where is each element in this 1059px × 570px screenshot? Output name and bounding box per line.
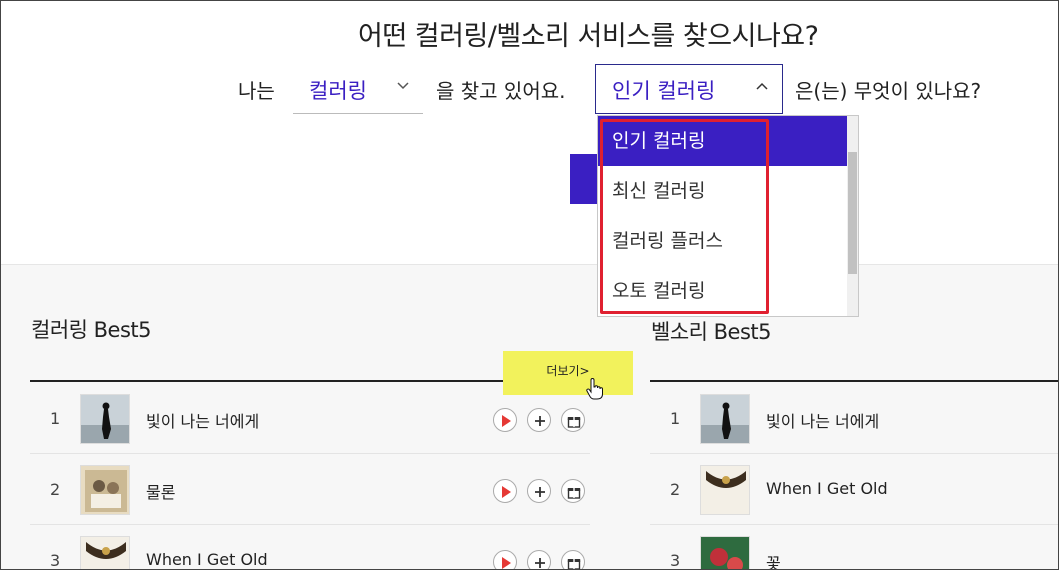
- service-finder: 어떤 컬러링/벨소리 서비스를 찾으시나요? 나는 컬러링 을 찾고 있어요. …: [0, 0, 1059, 264]
- rank-number: 3: [670, 551, 681, 570]
- table-row[interactable]: 2 When I Get Old: [650, 455, 1059, 525]
- search-button[interactable]: [570, 154, 600, 204]
- bell-best-title: 벨소리 Best5: [651, 320, 772, 344]
- rank-number: 1: [670, 409, 681, 428]
- more-button[interactable]: 더보기>: [503, 351, 633, 395]
- album-art: [700, 394, 750, 444]
- category-select[interactable]: 인기 컬러링: [595, 64, 783, 114]
- rank-number: 1: [50, 409, 61, 428]
- play-button[interactable]: [493, 550, 517, 570]
- type-select[interactable]: 컬러링: [293, 64, 423, 114]
- table-row[interactable]: 3 When I Get Old: [30, 526, 590, 570]
- page-title: 어떤 컬러링/벨소리 서비스를 찾으시나요?: [358, 21, 819, 52]
- bell-list-divider: [650, 380, 1059, 382]
- dropdown-scrollbar[interactable]: [847, 116, 858, 316]
- song-title[interactable]: When I Get Old: [146, 550, 268, 569]
- type-select-value: 컬러링: [309, 79, 367, 103]
- chevron-up-icon: [756, 78, 768, 94]
- album-art: [80, 394, 130, 444]
- gift-button[interactable]: [561, 550, 585, 570]
- song-title[interactable]: When I Get Old: [766, 479, 888, 498]
- hand-pointer-icon: [586, 377, 604, 404]
- album-art: [700, 536, 750, 570]
- album-art: [80, 465, 130, 515]
- album-art: [80, 536, 130, 570]
- album-art: [700, 465, 750, 515]
- table-row[interactable]: 1 빛이 나는 너에게: [650, 384, 1059, 454]
- sentence-suffix: 은(는) 무엇이 있나요?: [795, 79, 982, 103]
- table-row[interactable]: 3 꽃: [650, 526, 1059, 570]
- annotation-highlight-box: [600, 119, 769, 314]
- song-title[interactable]: 빛이 나는 너에게: [766, 408, 879, 432]
- song-title[interactable]: 물론: [146, 479, 175, 503]
- category-select-value: 인기 컬러링: [612, 79, 716, 103]
- song-title[interactable]: 꽃: [766, 550, 781, 570]
- gift-button[interactable]: [561, 479, 585, 503]
- rank-number: 2: [670, 480, 681, 499]
- song-title[interactable]: 빛이 나는 너에게: [146, 408, 259, 432]
- rank-number: 2: [50, 480, 61, 499]
- play-button[interactable]: [493, 408, 517, 432]
- sentence-middle: 을 찾고 있어요.: [436, 79, 566, 103]
- coloring-best-title: 컬러링 Best5: [31, 318, 152, 342]
- table-row[interactable]: 2 물론: [30, 455, 590, 525]
- add-button[interactable]: [527, 408, 551, 432]
- play-button[interactable]: [493, 479, 517, 503]
- add-button[interactable]: [527, 550, 551, 570]
- chevron-down-icon: [397, 78, 409, 94]
- add-button[interactable]: [527, 479, 551, 503]
- gift-button[interactable]: [561, 408, 585, 432]
- sentence-prefix: 나는: [238, 79, 275, 103]
- rank-number: 3: [50, 551, 61, 570]
- scrollbar-thumb[interactable]: [848, 152, 857, 274]
